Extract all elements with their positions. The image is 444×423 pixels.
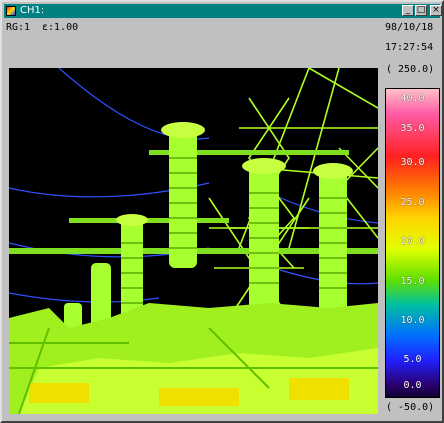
time-label: 17:27:54 <box>385 42 434 53</box>
emissivity-label: ε:1.00 <box>42 22 79 33</box>
scale-tick: 5.0 <box>403 354 422 365</box>
date-label: 98/10/18 <box>385 22 434 33</box>
maximize-icon: □ <box>416 5 426 15</box>
scale-tick: 25.0 <box>400 197 425 208</box>
temperature-color-scale: 40.0 35.0 30.0 25.0 20.0 15.0 10.0 5.0 0… <box>385 88 440 398</box>
window-title: CH1: <box>20 5 45 16</box>
scale-tick: 0.0 <box>403 380 422 391</box>
close-button[interactable]: × <box>430 5 442 16</box>
range-label: RG:1 <box>6 22 31 33</box>
scale-max-label: ( 250.0) <box>386 64 435 75</box>
scale-min-label: ( -50.0) <box>386 402 435 413</box>
scale-tick: 10.0 <box>400 315 425 326</box>
title-bar[interactable]: CH1: _ □ × <box>4 4 442 18</box>
scale-tick: 20.0 <box>400 236 425 247</box>
maximize-button[interactable]: □ <box>415 5 427 16</box>
thermal-viewer-window: CH1: _ □ × RG:1 ε:1.00 98/10/18 17:27:54 <box>0 0 444 423</box>
scale-tick: 30.0 <box>400 157 425 168</box>
minimize-button[interactable]: _ <box>402 5 414 16</box>
thermal-image[interactable] <box>9 68 378 414</box>
thermal-camera-icon[interactable] <box>6 6 16 16</box>
scale-tick: 40.0 <box>400 93 425 104</box>
minimize-icon: _ <box>405 5 411 15</box>
scale-tick: 15.0 <box>400 276 425 287</box>
scale-tick: 35.0 <box>400 123 425 134</box>
close-icon: × <box>432 5 440 15</box>
